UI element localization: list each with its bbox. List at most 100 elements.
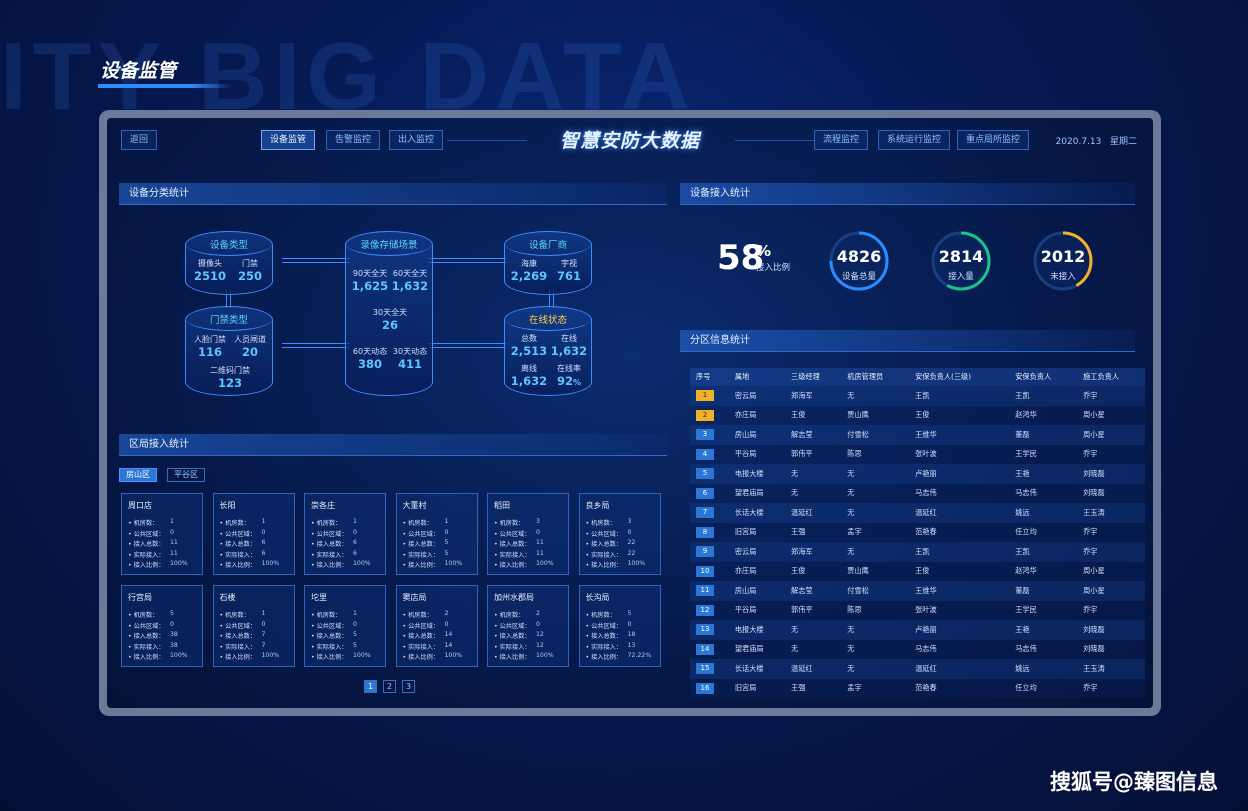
dashboard-frame: 返回 设备监管 告警监控 出入监控 智慧安防大数据 流程监控 系统运行监控 重点…: [99, 110, 1161, 716]
storage-90-all: 90天全天 1,625: [349, 268, 391, 293]
district-card-row-label: • 机房数：: [585, 520, 616, 527]
district-card-row-public: • 公共区域： 0: [403, 529, 449, 538]
nav-system-monitor[interactable]: 系统运行监控: [878, 130, 951, 150]
district-card-row-label: • 实际接入：: [585, 551, 623, 559]
ring-value: 2012: [1040, 247, 1086, 266]
table-row[interactable]: 9 密云局 郑海军无王凯 王凯 乔宇: [690, 542, 1145, 562]
district-card-row-actual: • 实际接入： 13: [586, 642, 636, 651]
table-cell: 无: [841, 659, 910, 679]
tab-pinggu[interactable]: 平谷区: [167, 468, 205, 482]
district-card-row-value: 7: [261, 641, 266, 649]
table-row[interactable]: 13 电报大楼无无卢艳丽 王艳 刘晓磊: [690, 620, 1145, 640]
district-card-row-actual: • 实际接入： 6: [311, 550, 357, 559]
table-row[interactable]: 16 旧宫局 王强 孟宇 范艳春 任立均 乔宇: [690, 678, 1145, 698]
district-card-row-total: • 接入总数： 5: [403, 539, 449, 548]
table-cell: 7: [690, 503, 729, 523]
tab-fangshan[interactable]: 房山区: [119, 468, 157, 482]
table-cell: 刘晓磊: [1077, 483, 1145, 503]
table-row[interactable]: 14 望君庙局无无马志伟 马志伟 刘晓磊: [690, 639, 1145, 659]
nav-process-monitor[interactable]: 流程监控: [814, 130, 869, 150]
district-card[interactable]: 加州水郡局 • 机房数： 2 • 公共区域： 0 • 接入总数： 12 • 实际接入： 12 • …: [487, 585, 569, 667]
district-card-row-public: • 公共区域： 0: [494, 529, 540, 538]
table-row[interactable]: 8 旧宫局 王强 孟宇 范艳春 任立均 乔宇: [690, 522, 1145, 542]
table-cell: 乔宇: [1077, 542, 1145, 562]
nav-key-office-monitor[interactable]: 重点局所监控: [957, 130, 1030, 150]
district-card[interactable]: 大董村 • 机房数： 1 • 公共区域： 0 • 接入总数： 5 • 实际接入： 5 • 接入比例…: [395, 493, 478, 575]
table-row[interactable]: 1 密云局 郑海军无王凯 王凯 乔宇: [690, 386, 1145, 406]
district-card-row-label: • 接入比例：: [402, 654, 440, 661]
district-card-row-rooms: • 机房数： 3: [585, 518, 632, 527]
table-cell: 王艳: [1009, 464, 1078, 484]
row-index-badge: 7: [696, 507, 714, 519]
table-cell: 旧宫局: [728, 678, 786, 698]
table-row[interactable]: 7 长话大楼 温延红无温延红 姚远 王玉涛: [690, 503, 1145, 523]
district-card-row-actual: • 实际接入： 38: [128, 642, 178, 651]
district-card[interactable]: 坨里 • 机房数： 1 • 公共区域： 0 • 接入总数： 5 • 实际接入： 5 • 接入比例：…: [304, 585, 386, 667]
row-index-badge: 5: [696, 468, 714, 480]
district-card[interactable]: 稻田 • 机房数： 3 • 公共区域： 0 • 接入总数： 11 • 实际接入： 11 • 接入比…: [487, 493, 569, 575]
district-card-row-label: • 接入比例：: [585, 654, 623, 661]
table-cell: 无: [841, 483, 910, 503]
table-cell: 周小星: [1077, 581, 1145, 601]
table-cell: 9: [690, 542, 729, 562]
table-cell: 周小星: [1077, 405, 1145, 425]
district-card-row-public: • 公共区域： 0: [128, 529, 174, 538]
table-row[interactable]: 4 平谷局 郭伟平 陈思 张叶波 王学民 乔宇: [690, 444, 1145, 464]
storage-60-motion-label: 60天动态: [352, 347, 388, 356]
district-card-row-label: • 接入比例：: [219, 562, 257, 569]
table-row[interactable]: 3 房山局 解志莹 付雪松 王维华 董磊 周小星: [690, 425, 1145, 445]
district-card-row-value: 1: [353, 610, 357, 617]
storage-60-all: 60天全天 1,632: [389, 268, 431, 293]
device-type-cylinder: 设备类型 摄像头 2510 门禁 250: [185, 231, 273, 295]
district-card-row-label: • 接入总数：: [311, 633, 348, 640]
district-card[interactable]: 良乡局 • 机房数： 3 • 公共区域： 0 • 接入总数： 22 • 实际接入： 22 • 接入…: [578, 493, 661, 575]
table-cell: 孟宇: [841, 522, 910, 542]
district-card-row-actual: • 实际接入： 7: [220, 642, 266, 651]
table-row[interactable]: 10 亦庄局 王俊 贾山鹰 王俊 赵鸿华 周小星: [690, 561, 1145, 581]
page-3-button[interactable]: 3: [402, 680, 415, 693]
district-card[interactable]: 周口店 • 机房数： 1 • 公共区域： 0 • 接入总数： 11 • 实际接入： 11 • 接入…: [121, 493, 203, 575]
district-card[interactable]: 石楼 • 机房数： 1 • 公共区域： 0 • 接入总数： 7 • 实际接入： 7 • 接入比例：…: [212, 585, 295, 667]
table-row[interactable]: 15 长话大楼 温延红无温延红 姚远 王玉涛: [690, 659, 1145, 679]
online-label: 在线: [561, 334, 577, 343]
row-index-badge: 4: [696, 448, 714, 460]
district-card-row-total: • 接入总数： 7: [220, 631, 266, 640]
page-2-button[interactable]: 2: [383, 680, 396, 693]
district-card-title: 窦店局: [402, 593, 427, 602]
table-row[interactable]: 5 电报大楼无无卢艳丽 王艳 刘晓磊: [690, 464, 1145, 484]
table-cell: 乔宇: [1077, 600, 1145, 620]
table-cell: 无: [841, 620, 910, 640]
district-card[interactable]: 长阳 • 机房数： 1 • 公共区域： 0 • 接入总数： 6 • 实际接入： 6 • 接入比例：…: [212, 493, 295, 575]
district-card-row-label: • 机房数：: [128, 520, 159, 527]
district-card-row-label: • 接入比例：: [494, 654, 531, 661]
offline-value: 1,632: [510, 374, 548, 388]
ring-label: 设备总量: [841, 272, 876, 282]
page-title: 设备监管: [100, 60, 177, 82]
district-card[interactable]: 长沟局 • 机房数： 5 • 公共区域： 0 • 接入总数： 18 • 实际接入： 13 • 接入…: [578, 585, 661, 667]
page-1-button[interactable]: 1: [364, 680, 377, 693]
row-index-badge: 3: [696, 429, 714, 441]
district-card-row-public: • 公共区域： 0: [586, 621, 632, 630]
table-cell: 王维华: [909, 581, 1010, 601]
district-card-row-value: 0: [444, 528, 449, 536]
table-row[interactable]: 6 望君庙局无无马志伟 马志伟 刘晓磊: [690, 483, 1145, 503]
table-cell: 无: [841, 503, 910, 523]
district-card[interactable]: 窦店局 • 机房数： 2 • 公共区域： 0 • 接入总数： 14 • 实际接入： 14 • 接入…: [395, 585, 478, 667]
district-card-row-label: • 接入总数：: [219, 541, 257, 548]
table-cell: 王强: [785, 678, 842, 698]
uniview-label: 宇视: [561, 259, 577, 268]
table-cell: 马志伟: [909, 639, 1010, 659]
storage-60-motion: 60天动态 380: [349, 346, 391, 371]
table-cell: 无: [785, 483, 842, 503]
gate-stat: 人员闸道 20: [230, 334, 270, 359]
district-card-row-label: • 公共区域：: [219, 530, 257, 538]
district-card-row-value: 5: [444, 539, 449, 546]
table-row[interactable]: 12 平谷局 郭伟平 陈思 张叶波 王学民 乔宇: [690, 600, 1145, 620]
table-row[interactable]: 2 亦庄局 王俊 贾山鹰 王俊 赵鸿华 周小星: [690, 405, 1145, 425]
district-card[interactable]: 崇各庄 • 机房数： 1 • 公共区域： 0 • 接入总数： 6 • 实际接入： 6 • 接入比例…: [304, 493, 386, 575]
table-cell: 无: [841, 542, 910, 562]
table-cell: 范艳春: [909, 678, 1010, 698]
district-card[interactable]: 行宫局 • 机房数： 5 • 公共区域： 0 • 接入总数： 38 • 实际接入： 38 • 接入…: [121, 585, 203, 667]
table-row[interactable]: 11 房山局 解志莹 付雪松 王维华 董磊 周小星: [690, 581, 1145, 601]
district-card-row-label: • 接入总数：: [494, 633, 531, 640]
